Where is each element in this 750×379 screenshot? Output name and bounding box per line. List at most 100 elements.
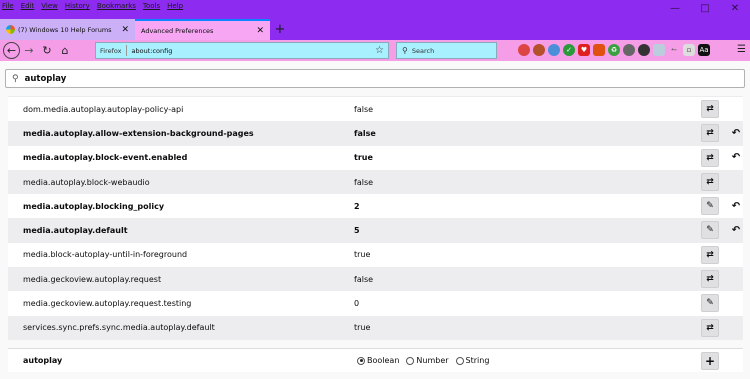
reset-undo-icon[interactable]: ↶: [729, 197, 743, 215]
preference-value: 5: [354, 226, 360, 236]
toggle-arrows-icon[interactable]: ⇄: [701, 245, 719, 264]
edit-pencil-icon[interactable]: ✎: [701, 221, 719, 240]
url-text[interactable]: about:config: [132, 47, 173, 55]
preference-name: media.geckoview.autoplay.request: [23, 274, 162, 284]
preferences-table: dom.media.autoplay.autoplay-policy-api fa…: [8, 96, 743, 340]
extension-13-icon[interactable]: Aa: [698, 44, 710, 56]
tab-advanced-preferences[interactable]: Advanced Preferences ✕: [135, 19, 270, 40]
preference-row[interactable]: media.geckoview.autoplay.request false ⇄: [8, 267, 743, 292]
preference-row[interactable]: media.autoplay.default 5 ✎ ↶: [8, 218, 743, 243]
title-bar: File Edit View History Bookmarks Tools H…: [0, 0, 750, 40]
add-preference-row: autoplay Boolean Number String +: [8, 348, 743, 372]
url-bar[interactable]: Firefox about:config ☆: [95, 42, 389, 59]
about-config-page: ⚲ autoplay dom.media.autoplay.autoplay-p…: [0, 61, 750, 379]
toggle-arrows-icon[interactable]: ⇄: [701, 148, 719, 167]
preference-value: true: [354, 153, 373, 163]
extension-12-icon[interactable]: ▫: [683, 44, 695, 56]
preference-name: media.geckoview.autoplay.request.testing: [23, 299, 192, 309]
close-tab-icon[interactable]: ✕: [121, 25, 129, 35]
extension-7-icon[interactable]: ♻: [608, 44, 620, 56]
preference-value: 0: [354, 299, 360, 309]
preference-name: media.autoplay.blocking_policy: [23, 201, 165, 211]
radio-icon[interactable]: [357, 356, 365, 365]
menu-view[interactable]: View: [41, 1, 58, 12]
menu-tools[interactable]: Tools: [143, 1, 160, 12]
maximize-icon[interactable]: □: [690, 0, 720, 16]
tab-label: Advanced Preferences: [141, 26, 214, 35]
type-number-radio[interactable]: Number: [406, 356, 449, 365]
menu-file[interactable]: File: [2, 1, 14, 12]
extension-4-icon[interactable]: ✓: [563, 44, 575, 56]
hamburger-menu-icon[interactable]: ☰: [737, 44, 746, 55]
menu-help[interactable]: Help: [167, 1, 183, 12]
add-preference-button[interactable]: +: [701, 352, 719, 370]
preference-name: media.autoplay.default: [23, 226, 128, 236]
radio-icon[interactable]: [455, 356, 464, 365]
forward-arrow-icon[interactable]: →: [20, 42, 38, 60]
extension-9-icon[interactable]: [638, 44, 650, 56]
preference-value: true: [354, 323, 371, 333]
toggle-arrows-icon[interactable]: ⇄: [701, 100, 719, 118]
preference-value: 2: [354, 201, 360, 211]
extension-5-icon[interactable]: ♥: [578, 44, 590, 56]
reset-undo-icon[interactable]: ↶: [729, 149, 743, 167]
toggle-arrows-icon[interactable]: ⇄: [701, 172, 719, 191]
preference-row[interactable]: media.autoplay.allow-extension-backgroun…: [8, 121, 743, 146]
extension-10-icon[interactable]: [653, 44, 665, 56]
close-tab-icon[interactable]: ✕: [256, 26, 264, 36]
preference-name: media.autoplay.block-event.enabled: [23, 153, 188, 163]
extension-1-icon[interactable]: [518, 44, 530, 56]
reset-undo-icon[interactable]: ↶: [729, 221, 743, 239]
preference-row[interactable]: services.sync.prefs.sync.media.autoplay.…: [8, 315, 743, 340]
tab-label: (7) Windows 10 Help Forums: [18, 25, 112, 34]
windows-favicon-icon: [6, 25, 15, 34]
preference-value: false: [354, 274, 374, 284]
minimize-icon[interactable]: —: [660, 0, 690, 16]
toggle-arrows-icon[interactable]: ⇄: [701, 318, 719, 337]
preference-search-value[interactable]: autoplay: [25, 74, 67, 84]
toggle-arrows-icon[interactable]: ⇄: [701, 270, 719, 289]
preference-value: false: [354, 177, 374, 187]
extension-6-icon[interactable]: [593, 44, 605, 56]
menu-edit[interactable]: Edit: [21, 1, 35, 12]
preference-value: true: [354, 250, 371, 260]
close-window-icon[interactable]: ✕: [720, 0, 750, 16]
reset-undo-icon[interactable]: ↶: [729, 124, 743, 142]
bookmark-star-icon[interactable]: ☆: [375, 45, 384, 56]
search-icon: ⚲: [402, 46, 408, 55]
toggle-arrows-icon[interactable]: ⇄: [701, 124, 719, 143]
extension-2-icon[interactable]: [533, 44, 545, 56]
preference-row[interactable]: media.autoplay.block-event.enabled true ⇄ ↶: [8, 145, 743, 170]
extension-11-icon[interactable]: ↼: [668, 44, 680, 56]
search-bar[interactable]: ⚲ Search: [396, 42, 497, 59]
radio-icon[interactable]: [406, 356, 415, 365]
menu-bar: File Edit View History Bookmarks Tools H…: [2, 1, 183, 12]
extension-8-icon[interactable]: [623, 44, 635, 56]
new-tab-icon[interactable]: +: [270, 19, 290, 40]
type-boolean-radio[interactable]: Boolean: [357, 356, 399, 365]
preference-name: services.sync.prefs.sync.media.autoplay.…: [23, 323, 215, 333]
preference-name: media.autoplay.block-webaudio: [23, 177, 150, 187]
url-separator: [125, 45, 127, 56]
type-string-radio[interactable]: String: [455, 356, 489, 365]
preference-search-field[interactable]: ⚲ autoplay: [5, 69, 745, 88]
preference-type-radios: Boolean Number String: [357, 356, 489, 365]
extension-3-icon[interactable]: [548, 44, 560, 56]
preference-name: media.block-autoplay-until-in-foreground: [23, 250, 188, 260]
back-arrow-icon[interactable]: ←: [3, 42, 20, 59]
edit-pencil-icon[interactable]: ✎: [701, 294, 719, 313]
edit-pencil-icon[interactable]: ✎: [701, 197, 719, 216]
preference-row[interactable]: media.autoplay.blocking_policy 2 ✎ ↶: [8, 194, 743, 219]
search-icon: ⚲: [12, 73, 19, 84]
preference-row[interactable]: media.geckoview.autoplay.request.testing…: [8, 291, 743, 316]
reload-icon[interactable]: ↻: [38, 42, 56, 60]
menu-bookmarks[interactable]: Bookmarks: [97, 1, 136, 12]
preference-row[interactable]: dom.media.autoplay.autoplay-policy-api fa…: [8, 97, 743, 122]
new-preference-name: autoplay: [23, 356, 63, 365]
navigation-bar: ← → ↻ ⌂ Firefox about:config ☆ ⚲ Search …: [0, 40, 750, 61]
menu-history[interactable]: History: [65, 1, 90, 12]
home-icon[interactable]: ⌂: [56, 42, 74, 60]
preference-row[interactable]: media.block-autoplay-until-in-foreground…: [8, 242, 743, 268]
preference-row[interactable]: media.autoplay.block-webaudio false ⇄: [8, 169, 743, 195]
tab-windows-10-forums[interactable]: (7) Windows 10 Help Forums ✕: [0, 19, 135, 40]
